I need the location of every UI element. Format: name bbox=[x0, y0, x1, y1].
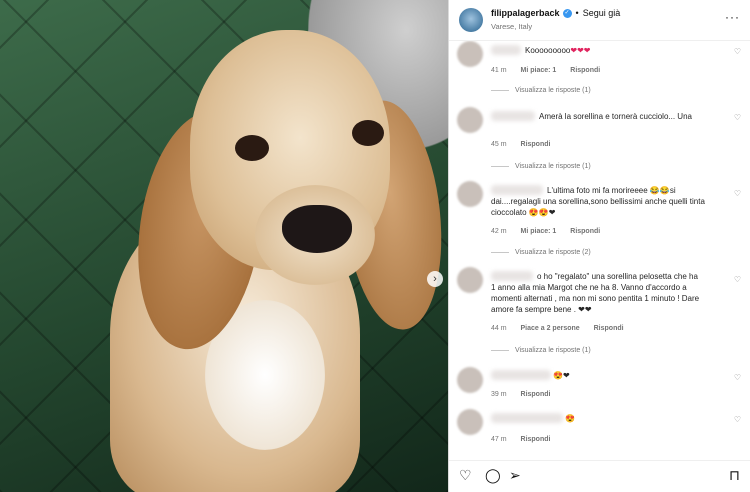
reply-button[interactable]: Rispondi bbox=[521, 391, 551, 398]
puppy-eye-right bbox=[352, 120, 384, 146]
like-comment-icon[interactable]: ♡ bbox=[734, 47, 741, 56]
view-replies-button[interactable]: Visualizza le risposte (1) bbox=[491, 163, 591, 170]
post-actions-bar: ♡ ◯ ➢ ⊓ bbox=[449, 460, 750, 488]
reply-button[interactable]: Rispondi bbox=[521, 141, 551, 148]
like-comment-icon[interactable]: ♡ bbox=[734, 373, 741, 382]
comment-text-line: cioccolato 😍😍❤ bbox=[491, 208, 556, 217]
commenter-avatar[interactable] bbox=[457, 367, 483, 393]
next-photo-button[interactable]: › bbox=[427, 271, 443, 287]
like-icon[interactable]: ♡ bbox=[459, 467, 472, 484]
comment-time: 44 m bbox=[491, 325, 507, 332]
comment-text: 😍 bbox=[565, 414, 575, 423]
author-username[interactable]: filippalagerback bbox=[491, 7, 560, 20]
more-options-icon[interactable]: ··· bbox=[725, 10, 740, 24]
puppy-nose bbox=[282, 205, 352, 253]
comment-meta: 42 m Mi piace: 1 Rispondi bbox=[491, 228, 612, 235]
author-avatar[interactable] bbox=[459, 8, 483, 32]
comment-likes[interactable]: Piace a 2 persone bbox=[521, 325, 580, 332]
comment-text-line: L'ultima foto mi fa morireeee 😂😂si bbox=[547, 186, 676, 195]
reply-button[interactable]: Rispondi bbox=[521, 436, 551, 443]
comment-time: 41 m bbox=[491, 67, 507, 74]
save-icon[interactable]: ⊓ bbox=[729, 467, 740, 484]
comment-meta: 47 m Rispondi bbox=[491, 436, 562, 443]
share-icon[interactable]: ➢ bbox=[509, 467, 521, 484]
comment-meta: 45 m Rispondi bbox=[491, 141, 562, 148]
comment-text-line: 1 anno alla mia Margot che ne ha 8. Vann… bbox=[491, 283, 687, 292]
comment-text-line: amore fa sempre bene . ❤❤ bbox=[491, 305, 592, 314]
comment-text: Amerà la sorellina e tornerà cucciolo...… bbox=[539, 112, 692, 121]
blurred-username bbox=[491, 185, 543, 195]
like-comment-icon[interactable]: ♡ bbox=[734, 275, 741, 284]
commenter-avatar[interactable] bbox=[457, 409, 483, 435]
comment-text-line: dai....regalagli una sorellina,sono bell… bbox=[491, 197, 705, 206]
comment-meta: 39 m Rispondi bbox=[491, 391, 562, 398]
puppy-eye-left bbox=[235, 135, 269, 161]
blurred-username bbox=[491, 370, 551, 380]
like-comment-icon[interactable]: ♡ bbox=[734, 415, 741, 424]
blurred-username bbox=[491, 111, 535, 121]
comments-panel: filippalagerback ✓ • Segui già Varese, I… bbox=[448, 0, 750, 492]
comment-text: 😍❤ bbox=[553, 371, 570, 380]
comment-text-line: o ho "regalato" una sorellina pelosetta … bbox=[537, 272, 698, 281]
commenter-avatar[interactable] bbox=[457, 107, 483, 133]
comment-text-line: momenti alternati , ma non mi sono penti… bbox=[491, 294, 700, 303]
commenter-avatar[interactable] bbox=[457, 181, 483, 207]
separator-dot: • bbox=[575, 8, 579, 18]
commenter-avatar[interactable] bbox=[457, 267, 483, 293]
instagram-post-view: › filippalagerback ✓ • Segui già Varese,… bbox=[0, 0, 750, 492]
comment-text: Kooooooooo❤❤❤ bbox=[525, 46, 591, 55]
comment-time: 47 m bbox=[491, 436, 507, 443]
commenter-avatar[interactable] bbox=[457, 41, 483, 67]
like-comment-icon[interactable]: ♡ bbox=[734, 113, 741, 122]
comments-list: Kooooooooo❤❤❤ ♡ 41 m Mi piace: 1 Rispond… bbox=[449, 41, 750, 451]
comment-likes[interactable]: Mi piace: 1 bbox=[521, 228, 557, 235]
comment-time: 45 m bbox=[491, 141, 507, 148]
author-info: filippalagerback ✓ • Segui già Varese, I… bbox=[491, 7, 620, 33]
reply-button[interactable]: Rispondi bbox=[570, 228, 600, 235]
view-replies-button[interactable]: Visualizza le risposte (2) bbox=[491, 249, 591, 256]
view-replies-button[interactable]: Visualizza le risposte (1) bbox=[491, 347, 591, 354]
comment-meta: 41 m Mi piace: 1 Rispondi bbox=[491, 67, 612, 74]
blurred-username bbox=[491, 271, 533, 281]
blurred-username bbox=[491, 413, 563, 423]
comment-likes[interactable]: Mi piace: 1 bbox=[521, 67, 557, 74]
like-comment-icon[interactable]: ♡ bbox=[734, 189, 741, 198]
post-header: filippalagerback ✓ • Segui già Varese, I… bbox=[449, 0, 750, 41]
reply-button[interactable]: Rispondi bbox=[570, 67, 600, 74]
comment-meta: 44 m Piace a 2 persone Rispondi bbox=[491, 325, 636, 332]
post-location[interactable]: Varese, Italy bbox=[491, 20, 620, 33]
view-replies-button[interactable]: Visualizza le risposte (1) bbox=[491, 87, 591, 94]
comment-icon[interactable]: ◯ bbox=[485, 467, 501, 484]
comment-time: 39 m bbox=[491, 391, 507, 398]
following-button[interactable]: Segui già bbox=[583, 7, 621, 20]
verified-icon: ✓ bbox=[562, 9, 572, 18]
comment-time: 42 m bbox=[491, 228, 507, 235]
post-photo: › bbox=[0, 0, 448, 492]
reply-button[interactable]: Rispondi bbox=[594, 325, 624, 332]
blurred-username bbox=[491, 45, 521, 55]
